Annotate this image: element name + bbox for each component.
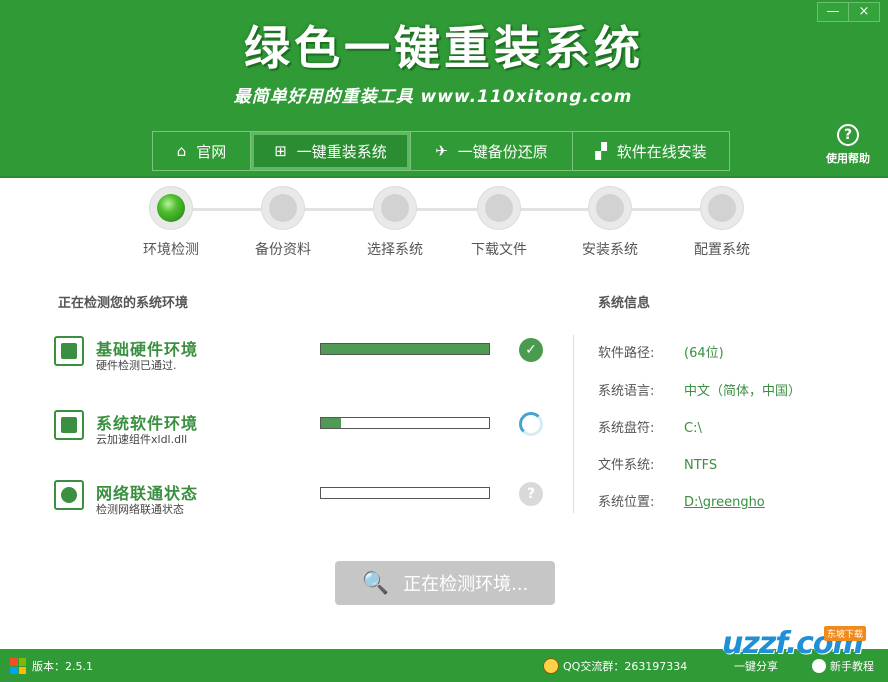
- info-value: NTFS: [684, 458, 718, 473]
- watermark-logo: uzzf.com 东坡下载: [704, 620, 884, 670]
- nav-backup-restore[interactable]: ✈ 一键备份还原: [411, 132, 573, 170]
- software-icon: [54, 410, 84, 440]
- detecting-label: 正在检测环境...: [403, 574, 529, 595]
- qq-icon: [543, 658, 559, 674]
- step-label: 环境检测: [143, 242, 199, 258]
- version-info: 版本：2.5.1: [10, 658, 93, 674]
- loading-spinner-icon: [519, 412, 543, 436]
- progress-bar: [320, 343, 490, 355]
- info-row-language: 系统语言: 中文（简体，中国）: [598, 380, 801, 399]
- info-key: 系统盘符:: [598, 421, 655, 436]
- nav-label: 一键备份还原: [457, 142, 548, 161]
- nav-label: 一键重装系统: [296, 142, 387, 161]
- windows-logo-icon: [10, 658, 26, 674]
- location-link[interactable]: D:\greengho: [684, 495, 765, 510]
- info-key: 系统位置:: [598, 495, 655, 510]
- app-title: 绿色一键重装系统: [244, 21, 644, 75]
- info-row-filesystem: 文件系统: NTFS: [598, 454, 717, 473]
- hardware-icon: [54, 336, 84, 366]
- help-label: 使用帮助: [826, 152, 870, 165]
- step-configure: 配置系统: [667, 186, 777, 259]
- info-row-location: 系统位置: D:\greengho: [598, 491, 765, 510]
- info-value: (64位): [684, 346, 724, 361]
- home-icon: ⌂: [176, 142, 187, 160]
- check-software: 系统软件环境 云加速组件xldl.dll: [54, 410, 554, 450]
- divider: [573, 335, 574, 513]
- globe-icon: [54, 480, 84, 510]
- step-indicator: [261, 186, 305, 230]
- app-subtitle: 最简单好用的重装工具 www.110xitong.com: [233, 87, 633, 107]
- watermark-tag: 东坡下载: [824, 626, 867, 641]
- help-icon: ?: [837, 124, 859, 146]
- help-button[interactable]: ? 使用帮助: [818, 124, 878, 166]
- progress-bar: [320, 487, 490, 499]
- step-label: 备份资料: [255, 242, 311, 258]
- step-select-system: 选择系统: [340, 186, 450, 259]
- sysinfo-title: 系统信息: [598, 296, 651, 311]
- info-key: 文件系统:: [598, 458, 655, 473]
- step-env-check: 环境检测: [116, 186, 226, 259]
- checker-icon: ▞: [595, 142, 607, 160]
- step-label: 安装系统: [582, 242, 638, 258]
- question-icon: ?: [519, 482, 543, 506]
- step-indicator: [700, 186, 744, 230]
- main-nav: ⌂ 官网 ⊞ 一键重装系统 ✈ 一键备份还原 ▞ 软件在线安装: [152, 131, 730, 171]
- info-row-drive: 系统盘符: C:\: [598, 417, 702, 436]
- info-value: C:\: [684, 421, 702, 436]
- info-key: 软件路径:: [598, 346, 655, 361]
- detection-title: 正在检测您的系统环境: [58, 296, 189, 311]
- step-install: 安装系统: [555, 186, 665, 259]
- version-label: 版本：2.5.1: [32, 660, 93, 673]
- check-ok-icon: ✓: [519, 338, 543, 362]
- info-key: 系统语言:: [598, 384, 655, 399]
- nav-official-site[interactable]: ⌂ 官网: [153, 132, 251, 170]
- step-indicator: [588, 186, 632, 230]
- check-subtitle: 硬件检测已通过.: [96, 359, 177, 372]
- check-subtitle: 云加速组件xldl.dll: [96, 433, 188, 446]
- progress-bar: [320, 417, 490, 429]
- step-indicator: [477, 186, 521, 230]
- progress-fill: [321, 418, 342, 428]
- nav-reinstall-system[interactable]: ⊞ 一键重装系统: [251, 132, 411, 170]
- windows-icon: ⊞: [274, 142, 287, 160]
- app-header: — × 绿色一键重装系统 最简单好用的重装工具 www.110xitong.co…: [0, 0, 888, 178]
- nav-label: 软件在线安装: [616, 142, 707, 161]
- step-label: 配置系统: [694, 242, 750, 258]
- step-indicator: [373, 186, 417, 230]
- step-label: 选择系统: [367, 242, 423, 258]
- step-label: 下载文件: [471, 242, 527, 258]
- qq-group-link[interactable]: QQ交流群：263197334: [543, 658, 687, 674]
- progress-fill: [321, 344, 489, 354]
- info-row-path: 软件路径: (64位): [598, 342, 724, 361]
- check-network: 网络联通状态 检测网络联通状态 ?: [54, 480, 554, 520]
- info-value: 中文（简体，中国）: [684, 384, 802, 399]
- step-indicator-done: [149, 186, 193, 230]
- qq-label: QQ交流群：263197334: [563, 660, 688, 673]
- nav-label: 官网: [196, 142, 227, 161]
- check-subtitle: 检测网络联通状态: [96, 503, 184, 516]
- search-icon: 🔍: [361, 570, 390, 596]
- step-download: 下载文件: [444, 186, 554, 259]
- nav-software-install[interactable]: ▞ 软件在线安装: [573, 132, 729, 170]
- check-hardware: 基础硬件环境 硬件检测已通过. ✓: [54, 336, 554, 376]
- step-backup: 备份资料: [228, 186, 338, 259]
- bird-icon: ✈: [435, 142, 448, 160]
- detecting-button[interactable]: 🔍 正在检测环境...: [335, 561, 555, 605]
